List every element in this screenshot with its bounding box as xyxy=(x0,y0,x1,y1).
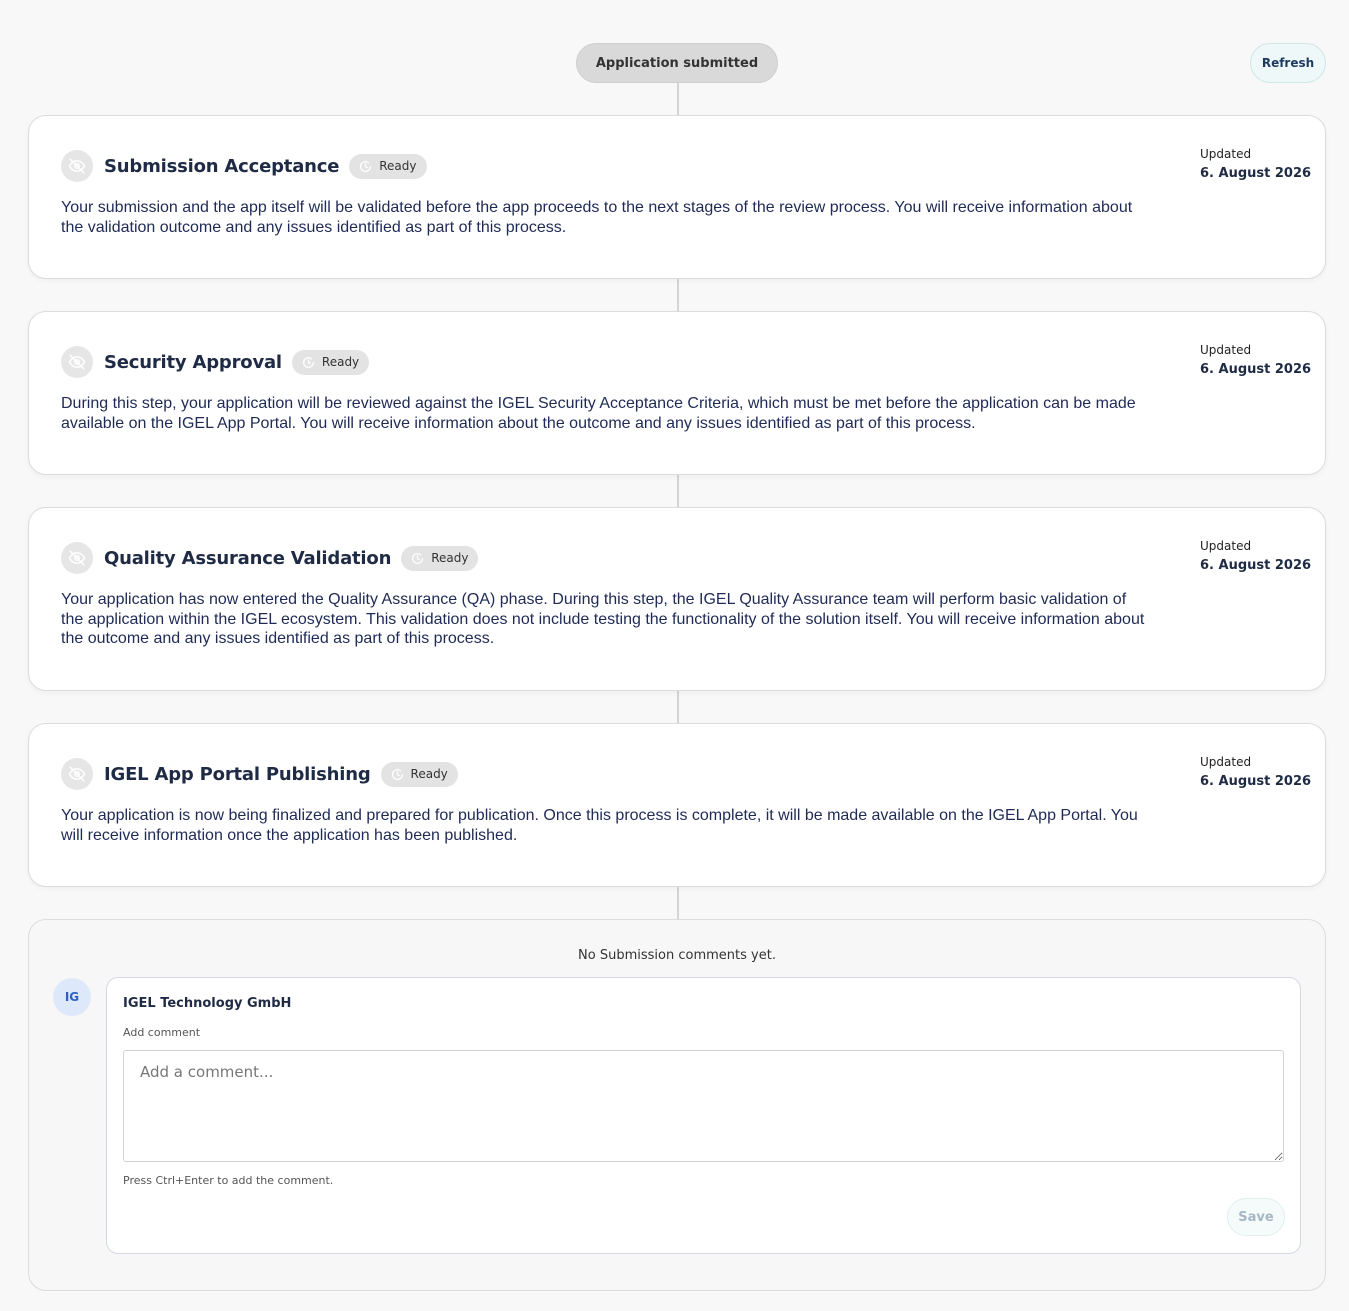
status-badge: Ready xyxy=(401,545,479,571)
step-header: Security Approval Ready xyxy=(61,346,370,378)
comment-author: IGEL Technology GmbH xyxy=(123,996,292,1011)
clock-icon xyxy=(391,768,404,781)
comment-textarea[interactable] xyxy=(123,1050,1284,1162)
status-label: Ready xyxy=(410,767,448,781)
step-card-submission-acceptance: Submission Acceptance Ready Your submiss… xyxy=(28,115,1326,279)
eye-off-icon xyxy=(61,150,93,182)
refresh-button[interactable]: Refresh xyxy=(1250,43,1326,83)
add-comment-label: Add comment xyxy=(123,1026,201,1039)
step-header: Quality Assurance Validation Ready xyxy=(61,542,479,574)
comments-panel: No Submission comments yet. IG IGEL Tech… xyxy=(28,919,1326,1291)
comment-hint: Press Ctrl+Enter to add the comment. xyxy=(123,1174,334,1187)
no-comments-message: No Submission comments yet. xyxy=(578,948,776,963)
updated-label: Updated xyxy=(1200,755,1252,769)
application-submitted-pill: Application submitted xyxy=(576,43,778,83)
step-title: IGEL App Portal Publishing xyxy=(104,763,371,785)
updated-date: 6. August 2026 xyxy=(1200,774,1312,789)
eye-off-icon xyxy=(61,542,93,574)
step-card-quality-assurance: Quality Assurance Validation Ready Your … xyxy=(28,507,1326,691)
step-title: Quality Assurance Validation xyxy=(104,547,392,569)
eye-off-icon xyxy=(61,758,93,790)
clock-icon xyxy=(359,160,372,173)
updated-block: Updated 6. August 2026 xyxy=(1200,539,1311,573)
save-button[interactable]: Save xyxy=(1227,1198,1285,1236)
updated-label: Updated xyxy=(1200,147,1252,161)
eye-off-icon xyxy=(61,346,93,378)
step-description: Your application has now entered the Qua… xyxy=(61,591,1145,647)
step-description: Your submission and the app itself will … xyxy=(61,199,1133,236)
updated-block: Updated 6. August 2026 xyxy=(1200,343,1311,377)
status-label: Ready xyxy=(321,355,360,369)
step-card-security-approval: Security Approval Ready During this step… xyxy=(28,311,1326,475)
updated-date: 6. August 2026 xyxy=(1200,166,1312,181)
updated-date: 6. August 2026 xyxy=(1200,362,1312,377)
status-badge: Ready xyxy=(380,761,458,787)
step-description: During this step, your application will … xyxy=(61,395,1136,432)
status-label: Ready xyxy=(431,551,469,565)
updated-label: Updated xyxy=(1200,343,1252,357)
comment-form: IGEL Technology GmbH Add comment Press C… xyxy=(106,977,1301,1254)
updated-label: Updated xyxy=(1200,539,1252,553)
step-description: Your application is now being finalized … xyxy=(61,807,1138,844)
updated-block: Updated 6. August 2026 xyxy=(1200,147,1311,181)
avatar: IG xyxy=(53,978,91,1016)
step-header: IGEL App Portal Publishing Ready xyxy=(61,758,458,790)
step-title: Submission Acceptance xyxy=(104,155,340,177)
updated-block: Updated 6. August 2026 xyxy=(1200,755,1311,789)
status-badge: Ready xyxy=(349,153,427,179)
status-label: Ready xyxy=(379,159,417,173)
clock-icon xyxy=(302,356,315,369)
clock-icon xyxy=(411,552,424,565)
updated-date: 6. August 2026 xyxy=(1200,558,1312,573)
step-card-app-portal-publishing: IGEL App Portal Publishing Ready Your ap… xyxy=(28,723,1326,887)
step-header: Submission Acceptance Ready xyxy=(61,150,427,182)
status-badge: Ready xyxy=(291,349,370,375)
step-title: Security Approval xyxy=(104,351,282,373)
